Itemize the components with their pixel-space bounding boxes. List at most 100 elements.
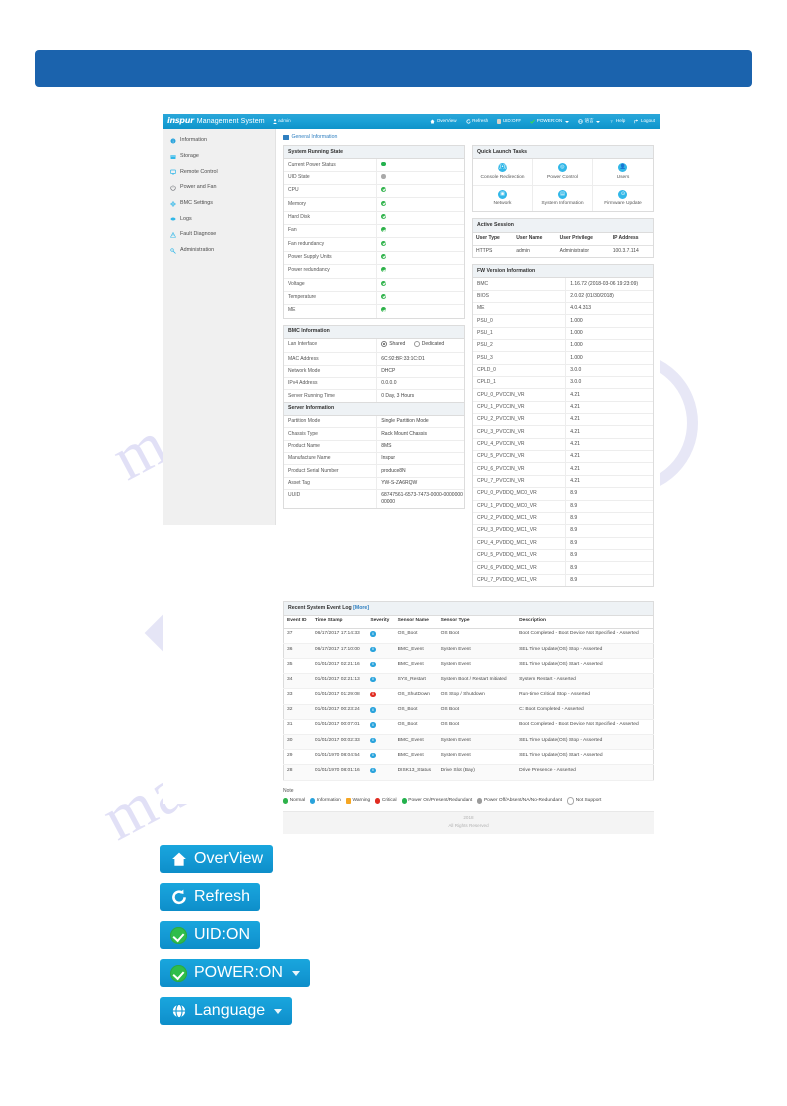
status-label: Temperature <box>284 291 378 305</box>
field-value: 2.0.02 (01/30/2018) <box>570 292 614 299</box>
field-value: 8.9 <box>570 527 578 534</box>
status-label: Memory <box>284 198 378 211</box>
event-timestamp: 01/01/2017 00:02:33 <box>311 734 368 751</box>
quick-launch-users[interactable]: 👤 Users <box>592 159 653 186</box>
callout-buttons: OverView Refresh UID:ON POWER:ON Language <box>160 845 310 1035</box>
callout-uid-on[interactable]: UID:ON <box>160 921 260 949</box>
topnav-language[interactable]: 语言 <box>578 118 601 124</box>
event-id: 31 <box>283 719 312 736</box>
status-check-icon <box>381 214 387 220</box>
field-value: 1.16.72 (2018-03-06 19:23:09) <box>570 280 639 287</box>
status-label: Fan <box>284 225 378 238</box>
status-check-icon <box>381 254 387 260</box>
sidebar-item-remote-control[interactable]: Remote Control <box>163 164 275 180</box>
sidebar-item-information[interactable]: i Information <box>163 133 275 149</box>
legend-item-crit: Critical <box>375 798 397 804</box>
status-label: Hard Disk <box>284 211 378 225</box>
event-severity <box>367 719 395 736</box>
event-sensor-type: System Event <box>437 643 517 660</box>
legend-items: Normal Information Warning Critical Power On… <box>283 797 654 805</box>
quick-launch-console-redirection[interactable]: ((•)) Console Redirection <box>473 159 533 186</box>
field-label: CPU_4_PVDDQ_MC1_VR <box>473 537 567 549</box>
event-sensor-name: BMC_Event <box>394 658 438 675</box>
topnav-refresh[interactable]: Refresh <box>465 118 488 124</box>
server-info-row: UUID 68747561-6573-7473-0000-000000000000 <box>284 490 464 509</box>
legend-item-normal: Normal <box>283 798 305 804</box>
event-severity <box>367 688 395 705</box>
status-label: UID State <box>284 172 378 185</box>
topnav-label: 语言 <box>584 118 594 124</box>
status-check-icon <box>381 294 387 300</box>
severity-info-icon <box>370 737 376 743</box>
quick-launch-network[interactable]: ▣ Network <box>473 185 533 212</box>
topnav-help[interactable]: ? Help <box>609 118 626 124</box>
status-value <box>377 292 464 304</box>
callout-power-on[interactable]: POWER:ON <box>160 959 310 987</box>
sidebar-item-fault-diagnose[interactable]: Fault Diagnose <box>163 227 275 243</box>
event-sensor-type: OS Stop / Shutdown <box>437 688 517 705</box>
callout-overview[interactable]: OverView <box>160 845 274 873</box>
field-label: PSU_0 <box>473 315 567 327</box>
legend-on-icon <box>401 798 407 804</box>
green-check-icon <box>170 926 187 944</box>
user-icon: 👤 <box>618 163 628 173</box>
fw-version-row: PSU_0 1.000 <box>473 315 653 328</box>
field-value: 4.21 <box>570 453 580 460</box>
sidebar-item-power-and-fan[interactable]: Power and Fan <box>163 180 275 196</box>
sidebar-item-storage[interactable]: Storage <box>163 149 275 165</box>
sel-table: Event ID Time Stamp Severity Sensor Name Sen… <box>283 614 654 781</box>
event-timestamp: 01/01/2017 02:21:16 <box>311 658 368 675</box>
table-row: 3606/17/2017 17:10:00 BMC_EventSystem Eve… <box>283 643 654 660</box>
app-header: inspur Management System admin OverView <box>163 114 660 129</box>
radio-shared-label: Shared <box>389 341 406 348</box>
legend-item-ns: Not Support <box>567 797 601 805</box>
fw-version-row: PSU_2 1.000 <box>473 340 653 353</box>
quick-launch-label: Console Redirection <box>480 174 525 180</box>
warning-icon <box>170 231 176 238</box>
table-row: 2801/01/1970 08:01:16DISK13_StatusDrive … <box>283 764 654 781</box>
topnav-uid[interactable]: UID:OFF <box>497 118 521 124</box>
topnav-power[interactable]: POWER:ON <box>530 118 569 124</box>
event-severity <box>367 734 395 751</box>
severity-info-icon <box>370 707 376 713</box>
server-info-row: Product Name 8MS <box>284 440 464 454</box>
fw-version-row: BIOS 2.0.02 (01/30/2018) <box>473 290 653 303</box>
fw-version-row: CPU_1_PVDDQ_MC0_VR 8.9 <box>473 500 653 513</box>
field-label: CPU_0_PVCCIN_VR <box>473 389 567 401</box>
topnav-logout[interactable]: Logout <box>634 118 655 124</box>
footer-year: 2018 <box>463 814 474 820</box>
event-sensor-name: OS_Boot <box>394 628 438 644</box>
status-label: Voltage <box>284 278 378 291</box>
legend-label: Normal <box>289 797 306 803</box>
quick-launch-panel: Quick Launch Tasks ((•)) Console Redirect… <box>472 145 654 213</box>
quick-launch-system-information[interactable]: ▤ System Information <box>533 185 593 212</box>
green-check-icon <box>170 964 187 982</box>
callout-refresh[interactable]: Refresh <box>160 883 261 911</box>
sidebar-item-label: BMC Settings <box>180 199 213 206</box>
sidebar-item-label: Storage <box>180 152 199 159</box>
sidebar-item-administration[interactable]: Administration <box>163 243 275 259</box>
system-event-log-panel: Recent System Event Log [More] Event ID T… <box>283 600 654 781</box>
sidebar-item-logs[interactable]: Logs <box>163 211 275 227</box>
event-severity <box>367 658 395 675</box>
table-row: 3501/01/2017 02:21:16 BMC_EventSystem Eve… <box>283 658 654 675</box>
status-check-icon <box>381 227 387 233</box>
callout-label: POWER:ON <box>194 964 283 981</box>
status-row: Fan <box>284 225 464 239</box>
topnav-overview[interactable]: OverView <box>430 118 457 124</box>
field-value: produce8N <box>381 467 406 474</box>
radio-dedicated[interactable]: Dedicated <box>413 341 444 348</box>
quick-launch-firmware-update[interactable]: ⊙ Firmware Update <box>593 186 653 212</box>
callout-language[interactable]: Language <box>160 997 293 1025</box>
bmc-info-row: MAC Address 6C:92:BF:33:1C:D1 <box>284 353 464 366</box>
quick-launch-power-control[interactable]: ◎ Power Control <box>532 159 593 186</box>
radio-shared[interactable]: Shared <box>381 341 405 348</box>
field-value: 4.21 <box>570 441 580 448</box>
field-label: UUID <box>284 490 378 509</box>
status-row: Fan redundancy <box>284 238 464 252</box>
field-label: CPU_7_PVDDQ_MC1_VR <box>473 574 567 586</box>
status-row: Current Power Status <box>284 159 464 173</box>
sidebar-item-bmc-settings[interactable]: BMC Settings <box>163 196 275 212</box>
right-column: Quick Launch Tasks ((•)) Console Redirect… <box>472 145 654 593</box>
sel-more-link[interactable]: [More] <box>353 605 369 611</box>
